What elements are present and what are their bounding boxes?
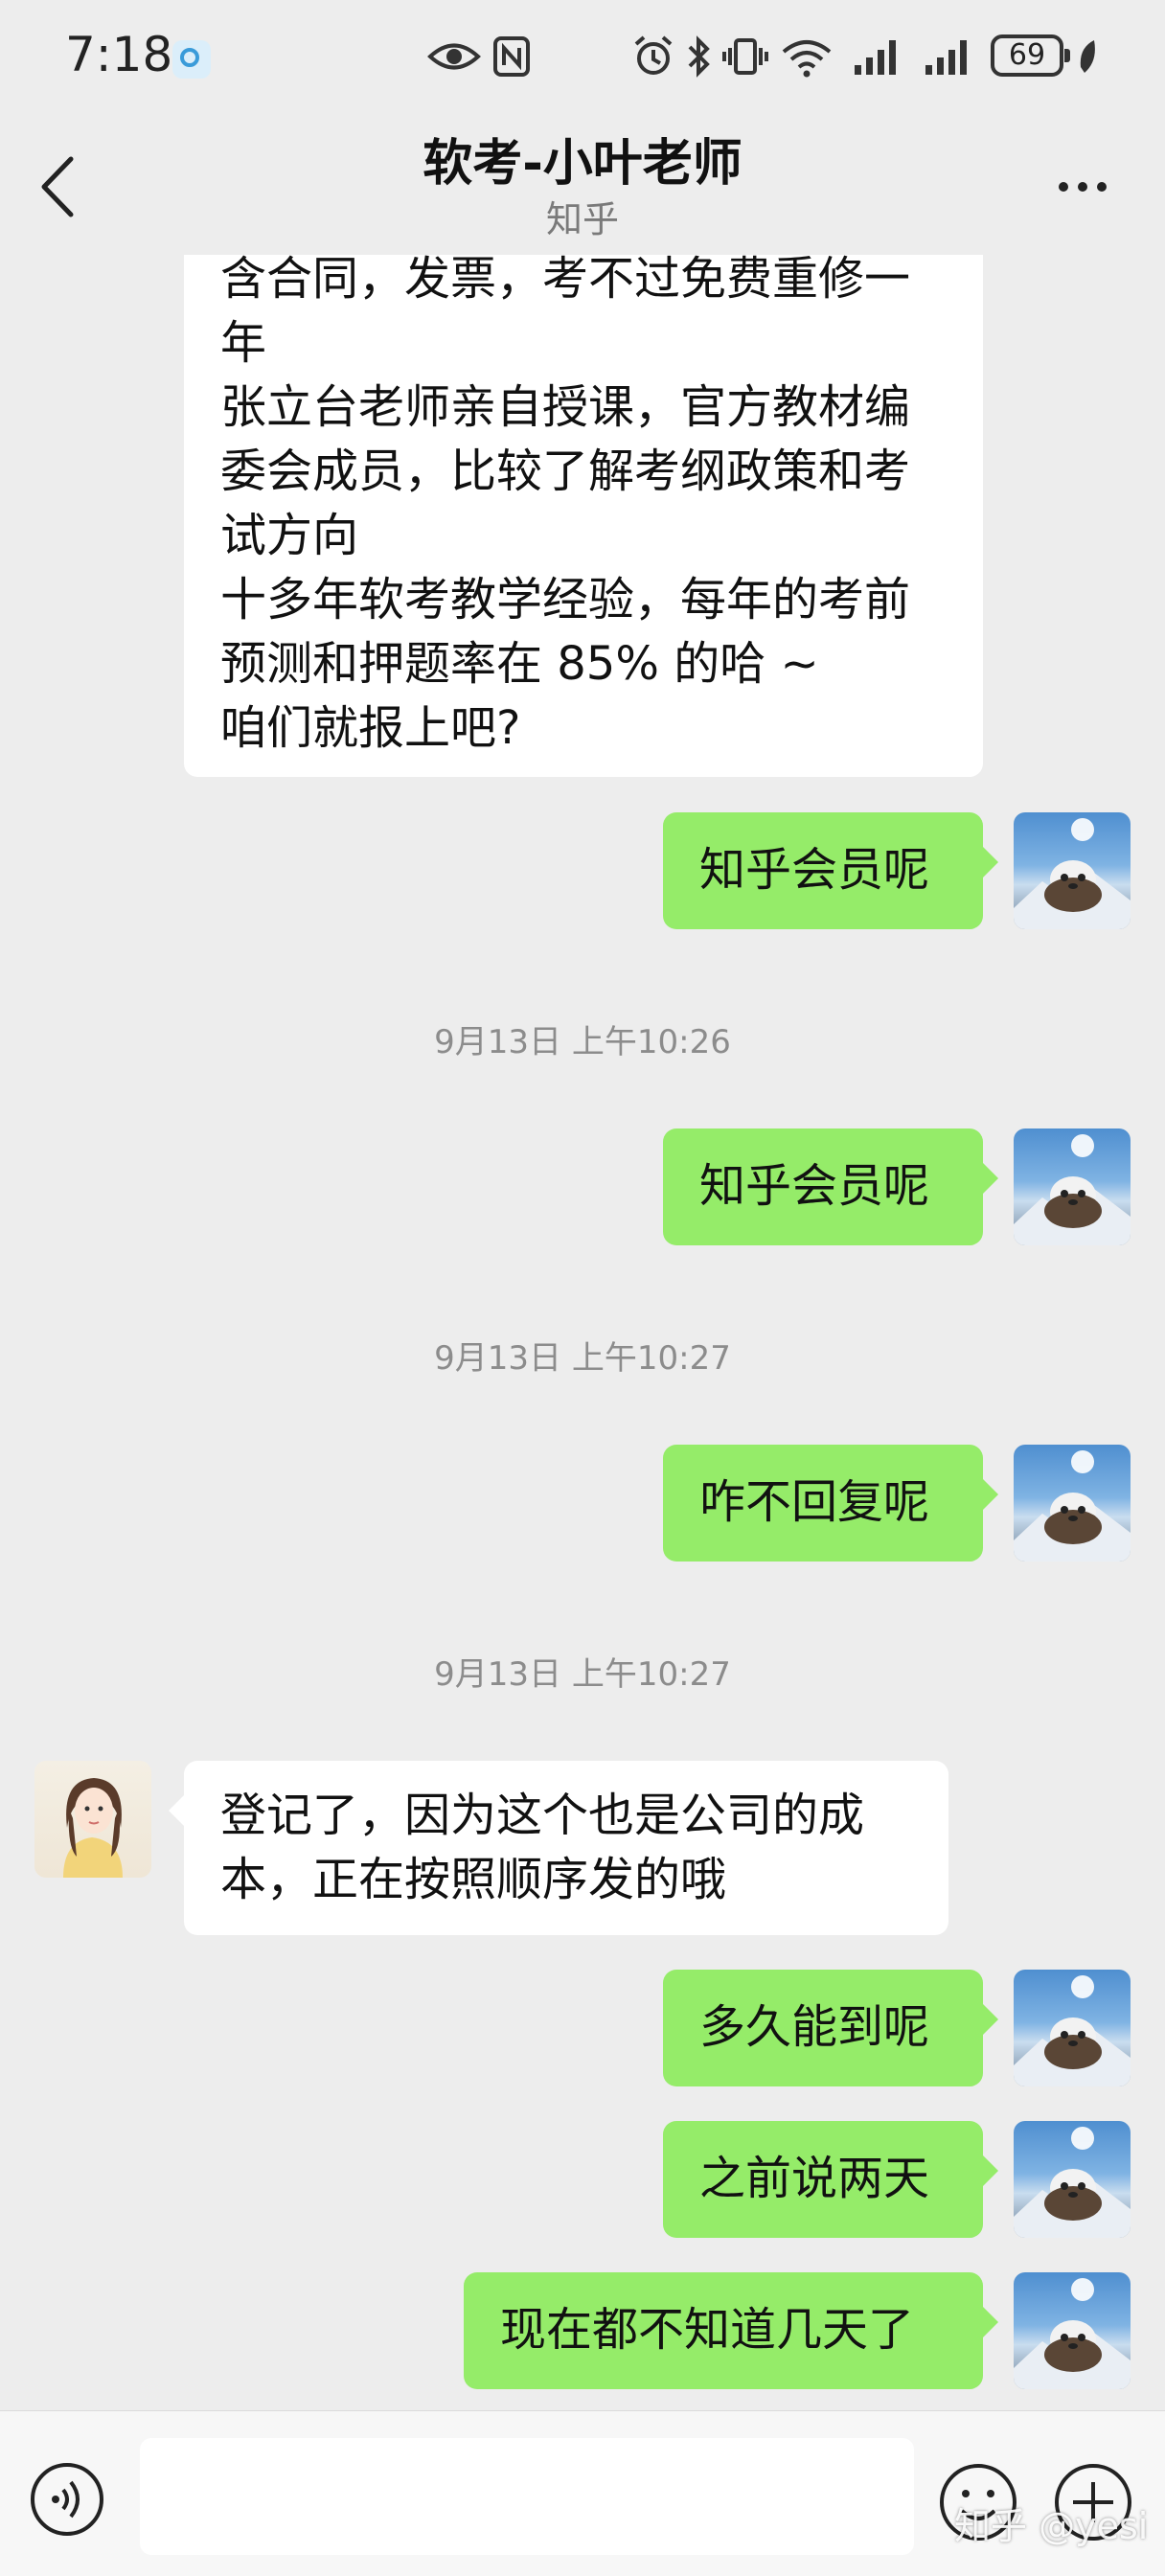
bubble-tail [983,1479,998,1510]
message-text: 现在都不知道几天了 [500,2303,915,2357]
outgoing-message-bubble[interactable]: 知乎会员呢 [663,812,998,929]
my-avatar[interactable] [1014,1128,1131,1245]
notification-app-icon [172,40,211,79]
outgoing-message-bubble[interactable]: 知乎会员呢 [663,1128,998,1245]
bubble-tail [983,2004,998,2035]
message-line: 十多年软考教学经验，每年的考前 [220,573,911,627]
input-bar [0,2410,1165,2576]
my-avatar[interactable] [1014,1970,1131,2086]
bubble-tail [983,847,998,878]
message-line: 委会成员，比较了解考纲政策和考 [220,445,911,498]
bubble-tail [983,1163,998,1194]
message-text: 之前说两天 [699,2152,930,2205]
message-text: 知乎会员呢 [699,1159,930,1213]
incoming-message-bubble[interactable]: 登记了，因为这个也是公司的成 本，正在按照顺序发的哦 [169,1761,948,1935]
avatar-image-icon [1014,1450,1131,1562]
vibrate-icon [722,38,768,75]
my-avatar[interactable] [1014,2272,1131,2389]
message-text: 咋不回复呢 [699,1475,930,1529]
my-avatar[interactable] [1014,1445,1131,1562]
message-list[interactable]: 含合同，发票，考不过免费重修一 年 张立台老师亲自授课，官方教材编 委会成员，比… [0,255,1165,2410]
chat-header: 软考-小叶老师 知乎 [0,115,1165,255]
status-bar: 7:18 69 [0,0,1165,115]
timestamp: 9月13日 上午10:27 [434,1655,731,1694]
message-line: 试方向 [220,509,359,562]
message-line: 咱们就报上吧? [220,701,521,755]
chat-subtitle[interactable]: 知乎 [0,190,1165,242]
avatar-image-icon [1014,1134,1131,1245]
more-dots-icon[interactable] [1054,172,1111,201]
message-line: 张立台老师亲自授课，官方教材编 [220,380,911,434]
avatar-image-icon [63,1778,123,1878]
alarm-icon [634,35,673,75]
watermark: 知乎 @yesi [954,2505,1149,2547]
timestamp: 9月13日 上午10:27 [434,1339,731,1378]
message-line: 登记了，因为这个也是公司的成 [220,1789,865,1842]
incoming-message-bubble[interactable]: 含合同，发票，考不过免费重修一 年 张立台老师亲自授课，官方教材编 委会成员，比… [184,255,983,777]
nfc-icon [493,36,530,77]
outgoing-message-bubble[interactable]: 之前说两天 [663,2121,998,2238]
signal-icon [925,40,967,75]
voice-icon[interactable] [29,2461,105,2538]
teacher-avatar[interactable] [34,1761,151,1878]
avatar-image-icon [1014,2278,1131,2389]
message-line: 预测和押题率在 85% 的哈 ~ [220,637,819,691]
outgoing-message-bubble[interactable]: 咋不回复呢 [663,1445,998,1562]
message-line: 年 [220,316,267,370]
my-avatar[interactable] [1014,2121,1131,2238]
wifi-icon [782,40,832,78]
signal-icon [855,40,896,75]
my-avatar[interactable] [1014,812,1131,929]
avatar-image-icon [1014,1975,1131,2086]
avatar-image-icon [1014,818,1131,929]
eye-icon [427,43,481,70]
message-line: 本，正在按照顺序发的哦 [220,1853,727,1906]
chat-title: 软考-小叶老师 [423,135,742,193]
message-text: 知乎会员呢 [699,843,930,897]
bubble-tail [983,2155,998,2186]
bubble-tail [983,2307,998,2337]
leaf-icon [1080,40,1095,73]
outgoing-message-bubble[interactable]: 多久能到呢 [663,1970,998,2086]
outgoing-message-bubble[interactable]: 现在都不知道几天了 [464,2272,998,2389]
timestamp: 9月13日 上午10:26 [434,1023,731,1061]
avatar-image-icon [1014,2127,1131,2238]
bluetooth-icon [688,35,710,78]
message-input[interactable] [140,2438,914,2555]
status-time: 7:18 [65,27,173,82]
battery-icon: 69 [991,34,1070,77]
bubble-tail [169,1795,184,1826]
message-line: 含合同，发票，考不过免费重修一 [220,255,911,306]
message-text: 多久能到呢 [699,2000,930,2054]
